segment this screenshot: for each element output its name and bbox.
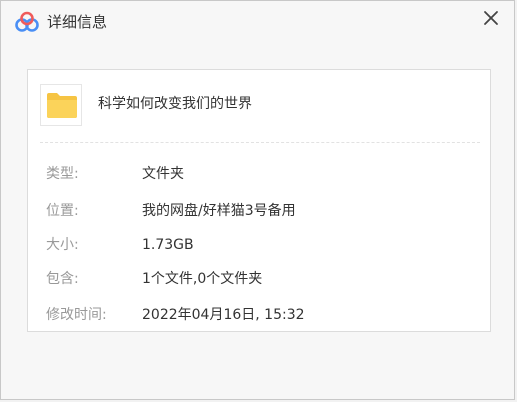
folder-icon bbox=[47, 93, 77, 118]
file-header: 科学如何改变我们的世界 bbox=[40, 84, 480, 128]
detail-row-location: 位置: 我的网盘/好样猫3号备用 bbox=[46, 201, 466, 221]
detail-row-contains: 包含: 1个文件,0个文件夹 bbox=[46, 269, 466, 289]
detail-row-type: 类型: 文件夹 bbox=[46, 164, 466, 184]
detail-label: 包含: bbox=[46, 271, 79, 287]
details-dialog: 详细信息 科学如何改变我们的世界 类型: 文件夹 位置: 我的网盘/好样猫3号备… bbox=[0, 0, 515, 400]
detail-label: 修改时间: bbox=[46, 307, 107, 323]
detail-value: 1.73GB bbox=[142, 237, 194, 253]
detail-label: 大小: bbox=[46, 237, 79, 253]
detail-value: 2022年04月16日, 15:32 bbox=[142, 307, 305, 323]
detail-value: 文件夹 bbox=[142, 166, 184, 182]
detail-label: 类型: bbox=[46, 166, 79, 182]
detail-label: 位置: bbox=[46, 203, 79, 219]
divider bbox=[40, 142, 480, 143]
details-panel: 科学如何改变我们的世界 类型: 文件夹 位置: 我的网盘/好样猫3号备用 大小:… bbox=[27, 69, 491, 332]
baidu-netdisk-cloud-icon bbox=[14, 11, 40, 33]
title-bar: 详细信息 bbox=[1, 1, 514, 43]
detail-row-size: 大小: 1.73GB bbox=[46, 235, 466, 255]
close-icon[interactable] bbox=[480, 7, 502, 29]
detail-value: 我的网盘/好样猫3号备用 bbox=[142, 203, 296, 219]
folder-thumbnail bbox=[40, 84, 82, 126]
file-name: 科学如何改变我们的世界 bbox=[98, 96, 252, 112]
detail-value: 1个文件,0个文件夹 bbox=[142, 271, 263, 287]
detail-row-modified: 修改时间: 2022年04月16日, 15:32 bbox=[46, 305, 466, 325]
dialog-title: 详细信息 bbox=[47, 13, 108, 31]
